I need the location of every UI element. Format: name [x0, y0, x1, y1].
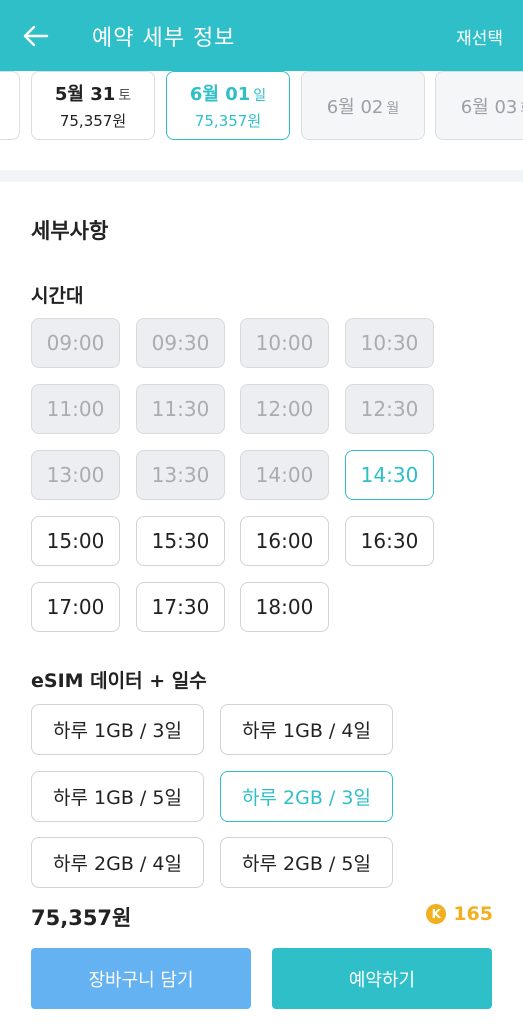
- coin-icon: K: [426, 904, 447, 924]
- time-slot[interactable]: 16:00: [240, 516, 329, 566]
- time-slot[interactable]: 09:30: [136, 318, 225, 368]
- plan-heading: eSIM 데이터 + 일수: [31, 670, 207, 692]
- time-slot[interactable]: 09:00: [31, 318, 120, 368]
- date-card-may-31[interactable]: 5월 31 토 75,357원: [31, 71, 155, 140]
- time-slot[interactable]: 12:00: [240, 384, 329, 434]
- time-slot[interactable]: 12:30: [345, 384, 434, 434]
- date-label: 6월 02 월: [326, 96, 400, 118]
- details-heading: 세부사항: [31, 219, 109, 243]
- date-selector: 5월 31 토 75,357원 6월 01 일 75,357원 6월 02 월 6월 …: [0, 71, 523, 155]
- date-label: 6월 03화: [460, 96, 523, 118]
- plan-option[interactable]: 하루 1GB / 5일: [31, 771, 204, 822]
- time-slot[interactable]: 13:00: [31, 450, 120, 500]
- time-slot[interactable]: 14:00: [240, 450, 329, 500]
- date-card-jun-02[interactable]: 6월 02 월: [301, 71, 425, 140]
- points-value: 165: [453, 903, 493, 925]
- time-slot[interactable]: 11:00: [31, 384, 120, 434]
- book-button[interactable]: 예약하기: [272, 948, 492, 1009]
- points-display: K 165: [426, 903, 493, 925]
- plan-option[interactable]: 하루 2GB / 5일: [220, 837, 393, 888]
- time-slot-selected[interactable]: 14:30: [345, 450, 434, 500]
- back-arrow-icon[interactable]: [14, 14, 58, 58]
- time-heading: 시간대: [31, 285, 84, 307]
- plan-option-selected[interactable]: 하루 2GB / 3일: [220, 771, 393, 822]
- time-slot[interactable]: 11:30: [136, 384, 225, 434]
- plan-option[interactable]: 하루 1GB / 4일: [220, 704, 393, 755]
- plan-option[interactable]: 하루 1GB / 3일: [31, 704, 204, 755]
- plan-option[interactable]: 하루 2GB / 4일: [31, 837, 204, 888]
- time-slot[interactable]: 13:30: [136, 450, 225, 500]
- date-card-jun-01[interactable]: 6월 01 일 75,357원: [166, 71, 290, 140]
- date-card[interactable]: [0, 71, 20, 140]
- date-price: 75,357원: [194, 112, 262, 130]
- date-price: 75,357원: [59, 112, 127, 130]
- section-divider: [0, 170, 523, 182]
- time-slot[interactable]: 17:30: [136, 582, 225, 632]
- time-slot[interactable]: 10:30: [345, 318, 434, 368]
- time-slot[interactable]: 16:30: [345, 516, 434, 566]
- time-slot[interactable]: 10:00: [240, 318, 329, 368]
- date-label: 5월 31 토: [54, 84, 132, 105]
- time-slot[interactable]: 18:00: [240, 582, 329, 632]
- total-price: 75,357원: [31, 906, 132, 930]
- reselect-button[interactable]: 재선택: [456, 24, 503, 49]
- time-slot[interactable]: 17:00: [31, 582, 120, 632]
- app-header: 예약 세부 정보 재선택: [0, 0, 523, 71]
- add-to-cart-button[interactable]: 장바구니 담기: [31, 948, 251, 1009]
- page-title: 예약 세부 정보: [92, 26, 236, 51]
- date-label: 6월 01 일: [189, 84, 267, 105]
- time-slot[interactable]: 15:00: [31, 516, 120, 566]
- date-card-jun-03[interactable]: 6월 03화: [435, 71, 523, 140]
- time-slot[interactable]: 15:30: [136, 516, 225, 566]
